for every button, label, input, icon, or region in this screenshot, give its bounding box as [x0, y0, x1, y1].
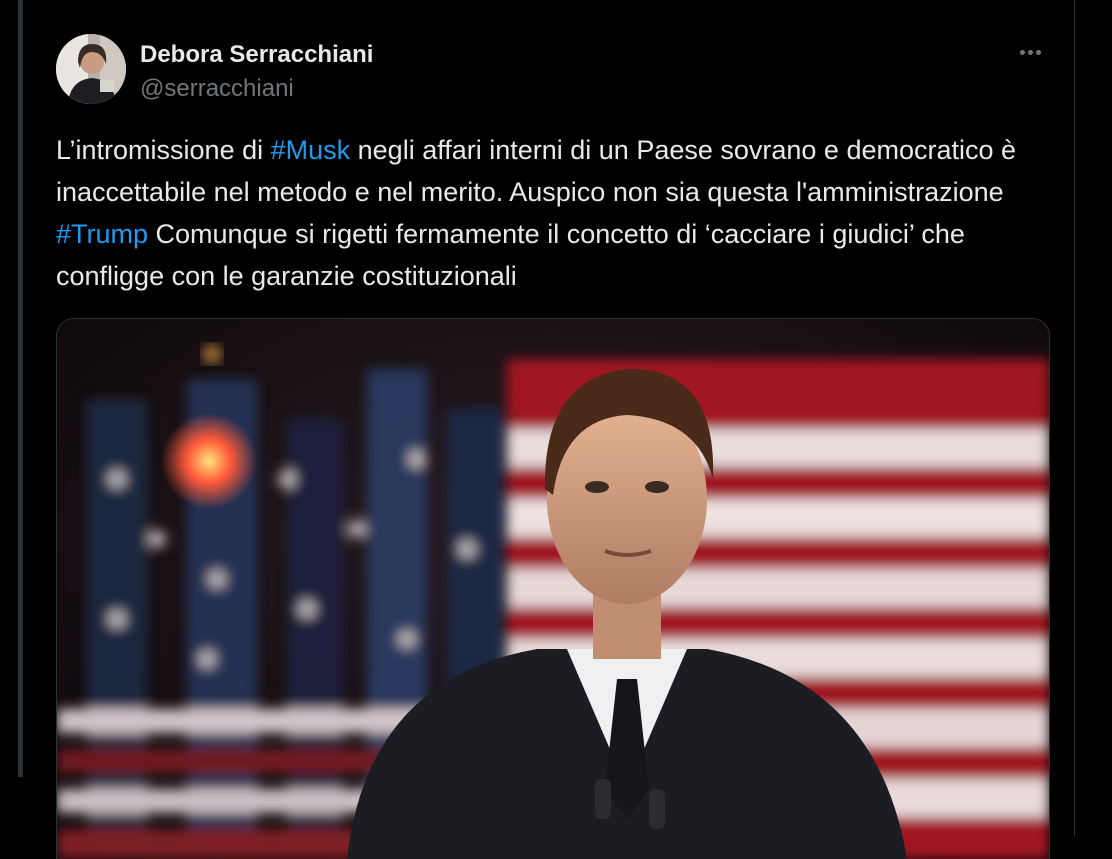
author-display-name[interactable]: Debora Serracchiani: [140, 40, 373, 70]
avatar[interactable]: [56, 34, 126, 104]
tweet-text: L’intromissione di #Musk negli affari in…: [56, 129, 1048, 297]
tweet-header: Debora Serracchiani @serracchiani: [56, 34, 1048, 106]
timeline-rail: [18, 0, 23, 777]
tweet-photo[interactable]: [56, 318, 1050, 859]
more-dot: [1035, 49, 1041, 55]
tweet-text-part: Comunque si rigetti fermamente il concet…: [56, 219, 965, 291]
hashtag-trump-link[interactable]: #Trump: [56, 219, 148, 249]
author-names: Debora Serracchiani @serracchiani: [140, 40, 373, 104]
more-dot: [1027, 49, 1033, 55]
column-divider: [1074, 0, 1075, 837]
author-handle[interactable]: @serracchiani: [140, 74, 373, 104]
tweet-text-part: L’intromissione di: [56, 135, 271, 165]
hashtag-musk-link[interactable]: #Musk: [271, 135, 351, 165]
tweet[interactable]: Debora Serracchiani @serracchiani L’intr…: [56, 34, 1050, 859]
more-dot: [1019, 49, 1025, 55]
more-horizontal-icon[interactable]: [1014, 40, 1046, 64]
